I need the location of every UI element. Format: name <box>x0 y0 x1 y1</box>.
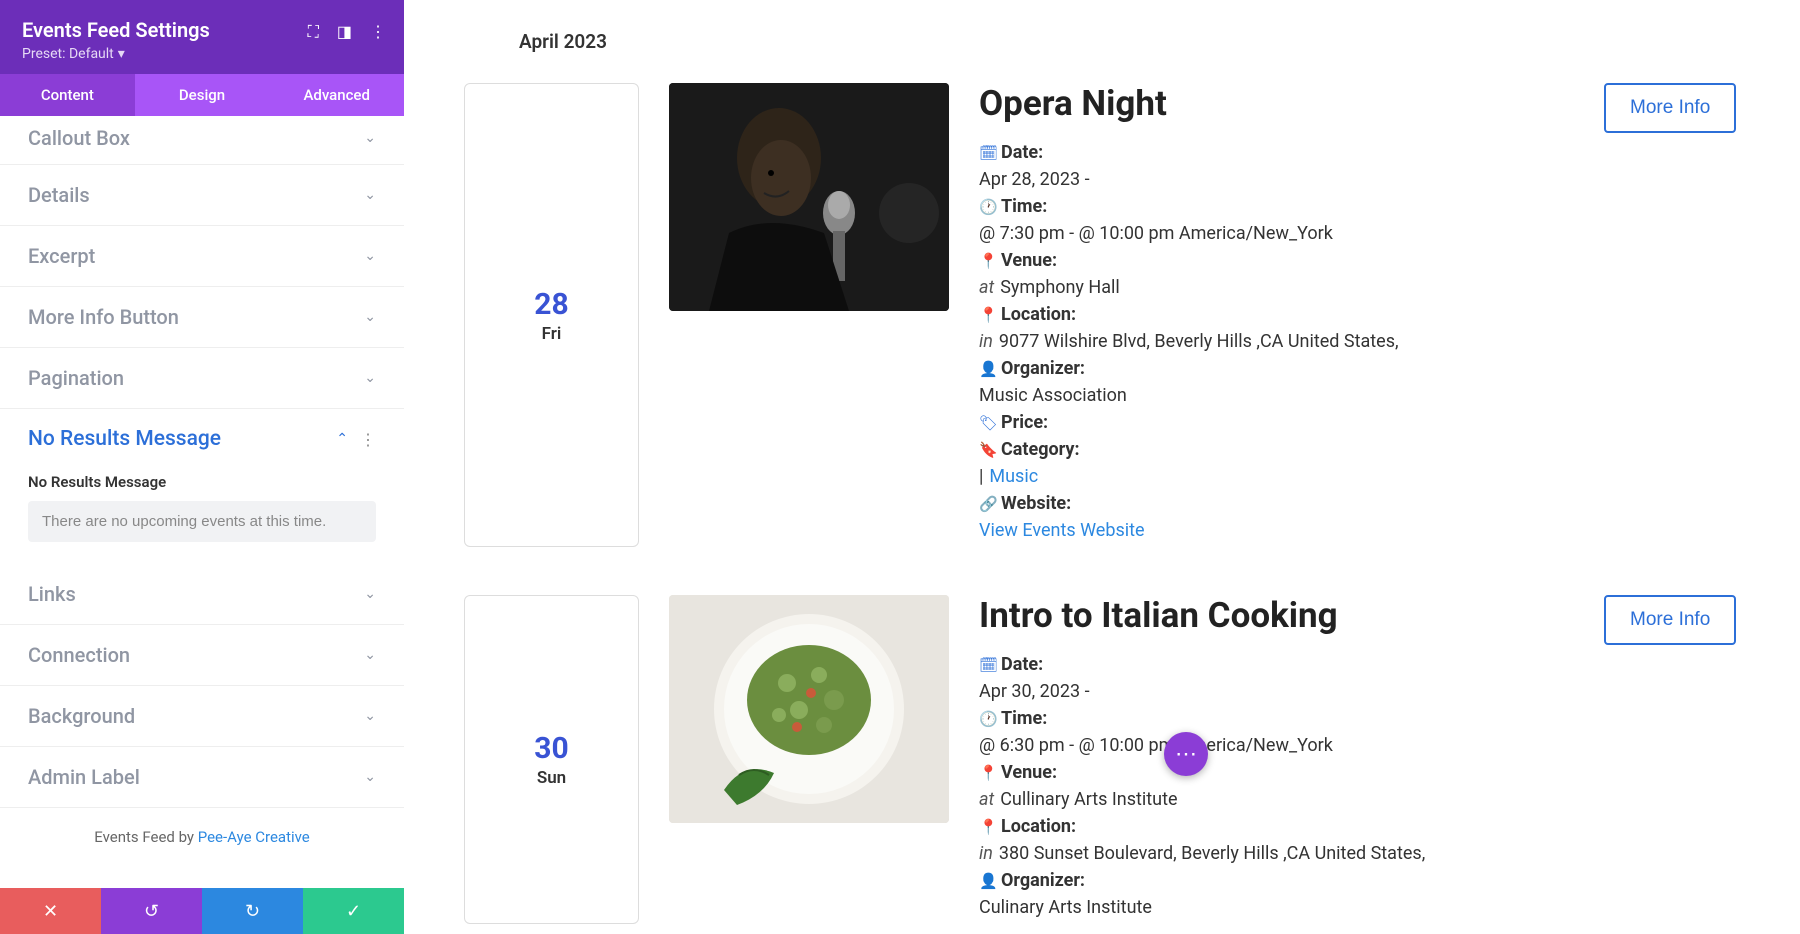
category-link[interactable]: Music <box>989 466 1038 487</box>
event-title[interactable]: Intro to Italian Cooking <box>979 595 1574 636</box>
section-no-results-message[interactable]: No Results Message ⌃ ⋮ <box>0 409 404 459</box>
header-icons: ⛶ ◨ ⋮ <box>308 22 386 42</box>
redo-button[interactable]: ↻ <box>202 888 303 934</box>
calendar-icon: 🗓 <box>979 144 995 162</box>
event-details: Intro to Italian Cooking 🗓Date: Apr 30, … <box>979 595 1574 924</box>
date-day: Fri <box>542 324 562 344</box>
pin-icon: 📍 <box>979 252 995 270</box>
clock-icon: 🕐 <box>979 198 995 216</box>
person-icon: 👤 <box>979 360 995 378</box>
settings-sidebar: Events Feed Settings Preset: Default ▾ ⛶… <box>0 0 404 934</box>
chevron-down-icon: ⌄ <box>364 370 376 386</box>
save-button[interactable]: ✓ <box>303 888 404 934</box>
chevron-down-icon: ⌄ <box>364 708 376 724</box>
no-results-body: No Results Message <box>0 459 404 564</box>
tab-advanced[interactable]: Advanced <box>269 74 404 116</box>
clock-icon: 🕐 <box>979 710 995 728</box>
fab-button[interactable]: ⋯ <box>1164 732 1208 776</box>
section-admin-label[interactable]: Admin Label ⌄ <box>0 747 404 808</box>
event-details: Opera Night 🗓Date: Apr 28, 2023 - 🕐Time:… <box>979 83 1574 547</box>
tabs: Content Design Advanced <box>0 74 404 116</box>
no-results-field-label: No Results Message <box>28 473 376 491</box>
pin-icon: 📍 <box>979 306 995 324</box>
preset-selector[interactable]: Preset: Default ▾ <box>22 46 382 62</box>
person-icon: 👤 <box>979 872 995 890</box>
cancel-button[interactable]: ✕ <box>0 888 101 934</box>
more-info-button[interactable]: More Info <box>1604 83 1736 133</box>
tab-design[interactable]: Design <box>135 74 270 116</box>
date-box: 28 Fri <box>464 83 639 547</box>
section-excerpt[interactable]: Excerpt ⌄ <box>0 226 404 287</box>
section-links[interactable]: Links ⌄ <box>0 564 404 625</box>
tab-content[interactable]: Content <box>0 74 135 116</box>
section-details[interactable]: Details ⌄ <box>0 165 404 226</box>
month-header: April 2023 <box>519 30 1740 53</box>
footer-link[interactable]: Pee-Aye Creative <box>198 828 310 846</box>
section-more-info-button[interactable]: More Info Button ⌄ <box>0 287 404 348</box>
event-row: 30 Sun <box>464 595 1740 924</box>
chevron-down-icon: ⌄ <box>364 586 376 602</box>
chevron-down-icon: ⌄ <box>364 647 376 663</box>
pin-icon: 📍 <box>979 818 995 836</box>
chevron-down-icon: ⌄ <box>364 130 376 146</box>
calendar-icon: 🗓 <box>979 656 995 674</box>
section-pagination[interactable]: Pagination ⌄ <box>0 348 404 409</box>
more-info-button[interactable]: More Info <box>1604 595 1736 645</box>
section-background[interactable]: Background ⌄ <box>0 686 404 747</box>
no-results-input[interactable] <box>28 501 376 542</box>
sections-list[interactable]: Callout Box ⌄ Details ⌄ Excerpt ⌄ More I… <box>0 116 404 888</box>
event-row: 28 Fri Opera Night � <box>464 83 1740 547</box>
chevron-down-icon: ⌄ <box>364 309 376 325</box>
section-callout-box[interactable]: Callout Box ⌄ <box>0 116 404 165</box>
expand-icon[interactable]: ⛶ <box>308 22 319 42</box>
event-title[interactable]: Opera Night <box>979 83 1574 124</box>
chevron-down-icon: ⌄ <box>364 769 376 785</box>
chevron-down-icon: ⌄ <box>364 248 376 264</box>
panel-icon[interactable]: ◨ <box>337 22 352 42</box>
date-number: 28 <box>534 287 568 322</box>
sidebar-header: Events Feed Settings Preset: Default ▾ ⛶… <box>0 0 404 74</box>
footer-credit: Events Feed by Pee-Aye Creative <box>0 808 404 866</box>
date-number: 30 <box>534 731 568 766</box>
action-bar: ✕ ↺ ↻ ✓ <box>0 888 404 934</box>
date-box: 30 Sun <box>464 595 639 924</box>
preview-pane[interactable]: April 2023 28 Fri <box>404 0 1800 934</box>
event-image[interactable] <box>669 595 949 823</box>
event-image[interactable] <box>669 83 949 311</box>
link-icon: 🔗 <box>979 495 995 513</box>
website-link[interactable]: View Events Website <box>979 520 1145 541</box>
section-more-icon[interactable]: ⋮ <box>360 430 376 449</box>
chevron-down-icon: ▾ <box>118 46 125 62</box>
bookmark-icon: 🔖 <box>979 441 995 459</box>
undo-button[interactable]: ↺ <box>101 888 202 934</box>
pin-icon: 📍 <box>979 764 995 782</box>
chevron-up-icon: ⌃ <box>336 431 348 447</box>
date-day: Sun <box>537 768 566 788</box>
tag-icon: 🏷 <box>979 414 995 432</box>
more-icon[interactable]: ⋮ <box>370 22 386 42</box>
section-connection[interactable]: Connection ⌄ <box>0 625 404 686</box>
chevron-down-icon: ⌄ <box>364 187 376 203</box>
